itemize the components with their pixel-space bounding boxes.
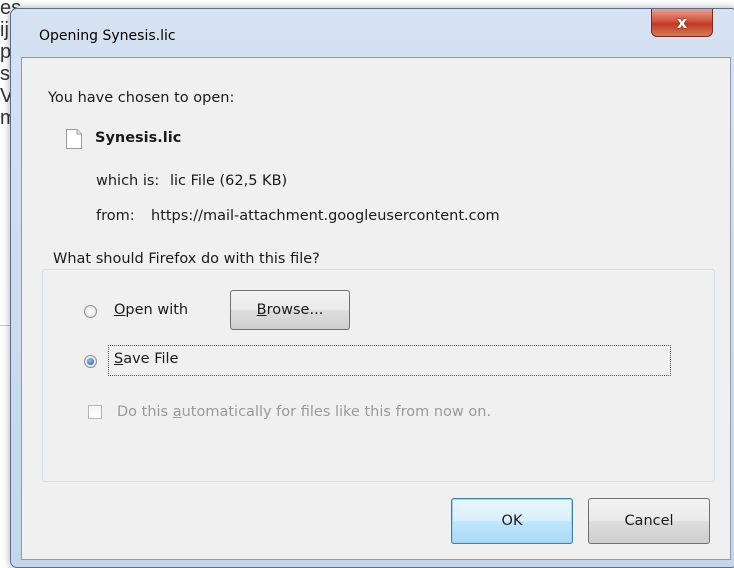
- dialog-title: Opening Synesis.lic: [39, 28, 176, 44]
- action-question: What should Firefox do with this file?: [50, 251, 323, 267]
- which-is-label: which is:: [96, 173, 160, 189]
- save-file-radio[interactable]: [84, 355, 97, 368]
- dialog-content: You have chosen to open: Synesis.lic whi…: [21, 57, 731, 560]
- file-icon: [66, 129, 82, 149]
- auto-action-checkbox[interactable]: [88, 405, 102, 419]
- file-type-value: lic File (62,5 KB): [170, 173, 288, 189]
- download-dialog: Opening Synesis.lic x You have chosen to…: [10, 8, 734, 568]
- intro-text: You have chosen to open:: [48, 90, 235, 106]
- save-file-focus: [108, 345, 671, 376]
- ok-button[interactable]: OK: [451, 498, 573, 544]
- open-with-label[interactable]: Open with: [114, 302, 188, 318]
- close-icon: x: [676, 13, 688, 32]
- open-with-radio[interactable]: [84, 305, 97, 318]
- save-file-label[interactable]: Save File: [114, 351, 178, 367]
- source-url: https://mail-attachment.googleuserconten…: [151, 208, 500, 224]
- from-label: from:: [96, 208, 135, 224]
- cancel-button[interactable]: Cancel: [588, 498, 710, 544]
- file-name: Synesis.lic: [95, 130, 182, 146]
- browse-button[interactable]: Browse...: [230, 290, 350, 330]
- title-bar[interactable]: Opening Synesis.lic x: [11, 9, 734, 57]
- auto-action-label: Do this automatically for files like thi…: [117, 404, 492, 420]
- close-button[interactable]: x: [651, 9, 713, 37]
